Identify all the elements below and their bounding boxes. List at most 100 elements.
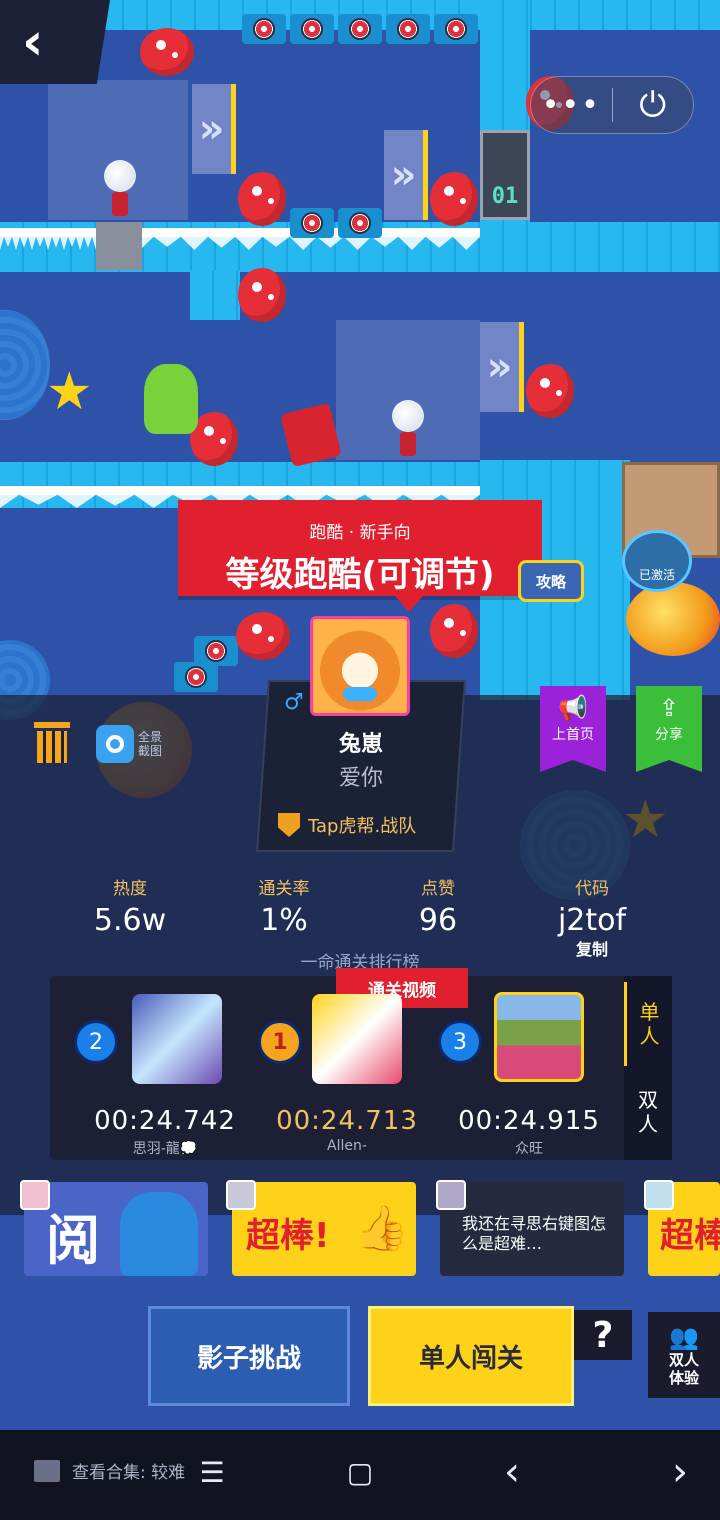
- back-button[interactable]: ‹: [0, 0, 110, 84]
- chevron-gate-icon: »: [480, 322, 524, 412]
- home-icon[interactable]: ▢: [340, 1450, 380, 1494]
- feature-homepage-button[interactable]: 📢 上首页: [540, 686, 606, 772]
- avatar-scarf: [343, 687, 377, 701]
- mushroom: [238, 268, 286, 322]
- panorama-screenshot-button[interactable]: 全景截图: [96, 724, 176, 764]
- rank-2-time: 00:24.742: [94, 1106, 236, 1136]
- help-button[interactable]: ?: [574, 1310, 632, 1360]
- share-label: 分享: [655, 727, 683, 743]
- mascot-image: [120, 1192, 198, 1276]
- folder-icon: [34, 1459, 60, 1482]
- panorama-label: 全景截图: [138, 730, 163, 758]
- level-category: 跑酷 · 新手向: [309, 523, 411, 543]
- rank-3-avatar[interactable]: [494, 992, 584, 1082]
- trash-icon[interactable]: [34, 722, 70, 764]
- fan-trap: [242, 14, 286, 44]
- comment-text: 超棒!: [246, 1216, 330, 1256]
- duo-trial-button[interactable]: 👥 双人体验: [648, 1312, 720, 1398]
- author-avatar[interactable]: [310, 616, 410, 716]
- power-icon[interactable]: ⏻: [613, 85, 694, 125]
- stat-value: j2tof: [557, 903, 627, 938]
- comment-text: 我还在寻思右键图怎么是超难…: [462, 1214, 607, 1253]
- mini-program-capsule: ••• ⏻: [530, 76, 694, 134]
- feature-homepage-label: 上首页: [552, 727, 594, 743]
- commenter-avatar: [226, 1180, 256, 1210]
- stat-popularity: 热度 5.6w: [80, 874, 180, 938]
- guide-label: 攻略: [535, 572, 566, 591]
- fan-trap: [434, 14, 478, 44]
- beach-ball: [626, 582, 720, 656]
- collection-label: 查看合集: 较难: [72, 1463, 186, 1483]
- stat-clear-rate: 通关率 1%: [234, 874, 334, 938]
- mushroom: [430, 604, 478, 658]
- comment-card[interactable]: 超棒! 👍: [232, 1182, 416, 1276]
- duo-trial-label: 双人体验: [668, 1351, 699, 1387]
- camera-icon: [96, 725, 134, 763]
- fan-trap: [386, 14, 430, 44]
- tab-double[interactable]: 双人: [624, 1070, 672, 1154]
- stat-value: 5.6w: [93, 903, 167, 938]
- author-name[interactable]: 兔崽: [262, 726, 460, 758]
- mushroom: [140, 28, 194, 76]
- solo-play-button[interactable]: 单人闯关: [368, 1306, 574, 1406]
- fan-trap: [290, 208, 334, 238]
- mushroom: [236, 612, 290, 660]
- stat-value: 1%: [260, 903, 308, 938]
- mushroom: [526, 364, 574, 418]
- comment-card[interactable]: 阅: [24, 1182, 208, 1276]
- rank-3-badge: 3: [438, 1020, 482, 1064]
- nav-back-icon[interactable]: ‹: [492, 1449, 532, 1495]
- stat-code: 代码 j2tof: [536, 874, 648, 938]
- next-icon[interactable]: ›: [660, 1449, 700, 1495]
- share-icon: ⇪: [658, 694, 680, 722]
- banner-pointer: [395, 596, 423, 612]
- chevron-gate-icon: »: [384, 130, 428, 220]
- rank-1-player: Allen-: [327, 1138, 367, 1154]
- level-title-banner: 跑酷 · 新手向 等级跑酷(可调节): [178, 500, 542, 596]
- megaphone-icon: 📢: [558, 694, 588, 722]
- view-collection-link[interactable]: 查看合集: 较难: [34, 1458, 185, 1483]
- rank-2-badge: 2: [74, 1020, 118, 1064]
- level-sign: 01: [480, 130, 530, 220]
- team-link[interactable]: Tap虎帮.战队: [270, 806, 454, 844]
- guide-button[interactable]: 攻略: [518, 560, 584, 602]
- stat-label: 热度: [113, 879, 147, 899]
- thumbs-up-icon: 👍: [354, 1203, 409, 1254]
- activated-badge[interactable]: 已激活: [622, 530, 692, 592]
- stat-likes[interactable]: 点赞 96: [388, 874, 488, 938]
- rank-2-avatar[interactable]: [132, 994, 222, 1084]
- stone-block: [96, 222, 142, 270]
- team-shield-icon: [278, 813, 300, 837]
- tile-block: [190, 270, 240, 320]
- two-people-icon: 👥: [669, 1323, 699, 1351]
- back-arrow-icon: ‹: [22, 12, 44, 72]
- commenter-avatar: [436, 1180, 466, 1210]
- lightbulb-icon: [390, 400, 426, 460]
- commenter-avatar: [644, 1180, 674, 1210]
- share-button[interactable]: ⇪ 分享: [636, 686, 702, 772]
- fan-trap: [338, 14, 382, 44]
- comment-text: 超棒: [660, 1216, 720, 1256]
- stat-label: 点赞: [421, 879, 455, 899]
- menu-icon[interactable]: ☰: [192, 1450, 232, 1494]
- comment-card[interactable]: 我还在寻思右键图怎么是超难…: [440, 1182, 624, 1276]
- team-name: Tap虎帮.战队: [308, 816, 417, 837]
- level-title: 等级跑酷(可调节): [225, 555, 495, 595]
- comment-text: 阅: [46, 1209, 100, 1272]
- copy-code-button[interactable]: 复制: [570, 936, 614, 960]
- more-icon[interactable]: •••: [531, 88, 612, 123]
- rank-1-badge: 1: [258, 1020, 302, 1064]
- mode-tabs: 单人 双人: [624, 976, 672, 1160]
- commenter-avatar: [20, 1180, 50, 1210]
- rank-1-time: 00:24.713: [276, 1106, 418, 1136]
- fan-trap: [338, 208, 382, 238]
- mushroom: [238, 172, 286, 226]
- trash-can: [37, 731, 67, 763]
- shadow-challenge-button[interactable]: 影子挑战: [148, 1306, 350, 1406]
- monster-character: [144, 364, 198, 434]
- red-cup: [280, 402, 342, 468]
- stat-label: 代码: [575, 879, 609, 899]
- lightbulb-icon: [102, 160, 138, 220]
- rank-1-avatar[interactable]: [312, 994, 402, 1084]
- tab-single[interactable]: 单人: [624, 982, 672, 1066]
